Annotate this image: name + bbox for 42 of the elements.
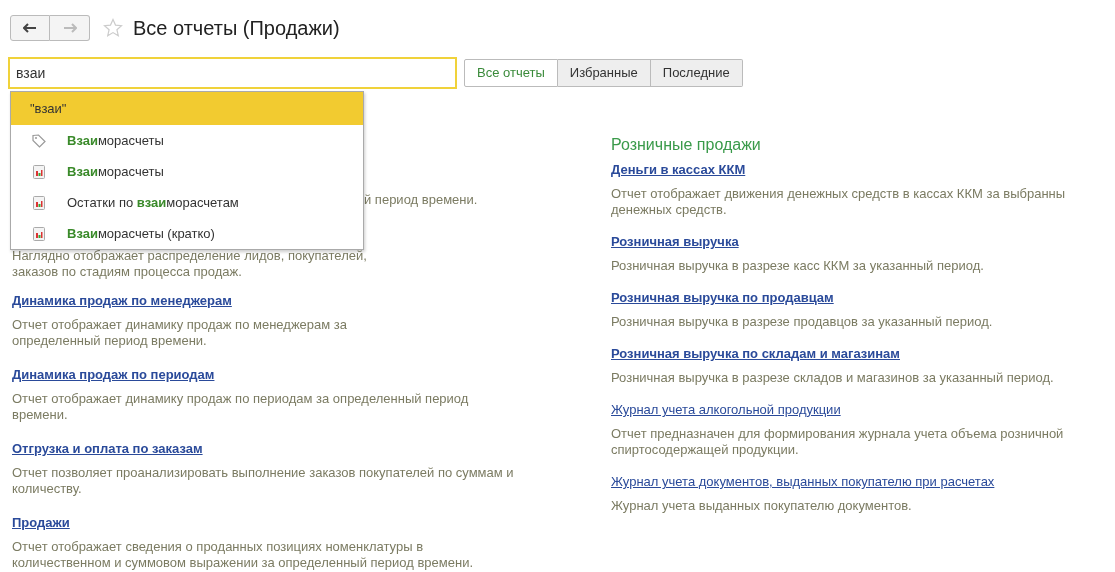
suggestion-item[interactable]: Взаиморасчеты (11, 156, 363, 187)
filter-tab[interactable]: Избранные (557, 59, 651, 87)
report-link[interactable]: Журнал учета алкогольной продукции (611, 401, 841, 419)
report-link[interactable]: Розничная выручка по продавцам (611, 289, 834, 307)
page-title: Все отчеты (Продажи) (133, 16, 340, 41)
report-description: й период времени. (364, 192, 479, 208)
tag-icon (32, 133, 46, 148)
report-link[interactable]: Динамика продаж по периодам (12, 366, 215, 384)
report-description: Отчет отображает сведения о проданных позициях номенклатуры в количественном и суммовом выражении за определенный период времени. (12, 539, 475, 571)
report-icon (33, 164, 45, 179)
suggestion-item[interactable]: "взаи" (11, 92, 363, 125)
report-icon (33, 195, 45, 210)
report-link[interactable]: Отгрузка и оплата по заказам (12, 440, 203, 458)
report-link[interactable]: Розничная выручка по складам и магазинам (611, 345, 900, 363)
report-description: Отчет отображает динамику продаж по менеджерам за определенный период времени. (12, 317, 348, 349)
report-description: Отчет предназначен для формирования журнала учета объема розничной спиртосодержащей продукции. (611, 426, 1065, 458)
star-icon[interactable] (103, 18, 123, 38)
back-button[interactable] (10, 15, 50, 41)
filter-tab[interactable]: Все отчеты (464, 59, 558, 87)
report-description: Отчет позволяет проанализировать выполнение заказов покупателей по суммам и количеству. (12, 465, 515, 497)
report-description: Розничная выручка в разрезе складов и магазинов за указанный период. (611, 370, 1055, 386)
report-icon (33, 226, 45, 241)
report-link[interactable]: Динамика продаж по менеджерам (12, 292, 232, 310)
report-description: Розничная выручка в разрезе продавцов за указанный период. (611, 314, 994, 330)
suggestion-item[interactable]: Взаиморасчеты (кратко) (11, 218, 363, 249)
report-link[interactable]: Журнал учета документов, выданных покупателю при расчетах (611, 473, 995, 491)
report-description: Журнал учета выданных покупателю документов. (611, 498, 913, 514)
search-input[interactable]: взаи (16, 62, 449, 84)
suggestion-item[interactable]: Взаиморасчеты (11, 125, 363, 156)
report-link[interactable]: Розничная выручка (611, 233, 739, 251)
search-field[interactable]: взаи (8, 57, 457, 89)
section-heading: Розничные продажи (611, 135, 762, 155)
report-description: Наглядно отображает распределение лидов, покупателей, заказов по стадиям процесса продаж. (12, 248, 368, 280)
report-link[interactable]: Деньги в кассах ККМ (611, 161, 746, 179)
report-description: Отчет отображает движения денежных средств в кассах ККМ за выбранны денежных средств. (611, 186, 1066, 218)
report-description: Отчет отображает динамику продаж по периодам за определенный период времени. (12, 391, 470, 423)
report-description: Розничная выручка в разрезе касс ККМ за указанный период. (611, 258, 985, 274)
suggestion-item[interactable]: Остатки по взаиморасчетам (11, 187, 363, 218)
filter-tab[interactable]: Последние (650, 59, 743, 87)
report-link[interactable]: Продажи (12, 514, 70, 532)
forward-arrow-icon (62, 23, 77, 33)
back-arrow-icon (23, 23, 37, 33)
